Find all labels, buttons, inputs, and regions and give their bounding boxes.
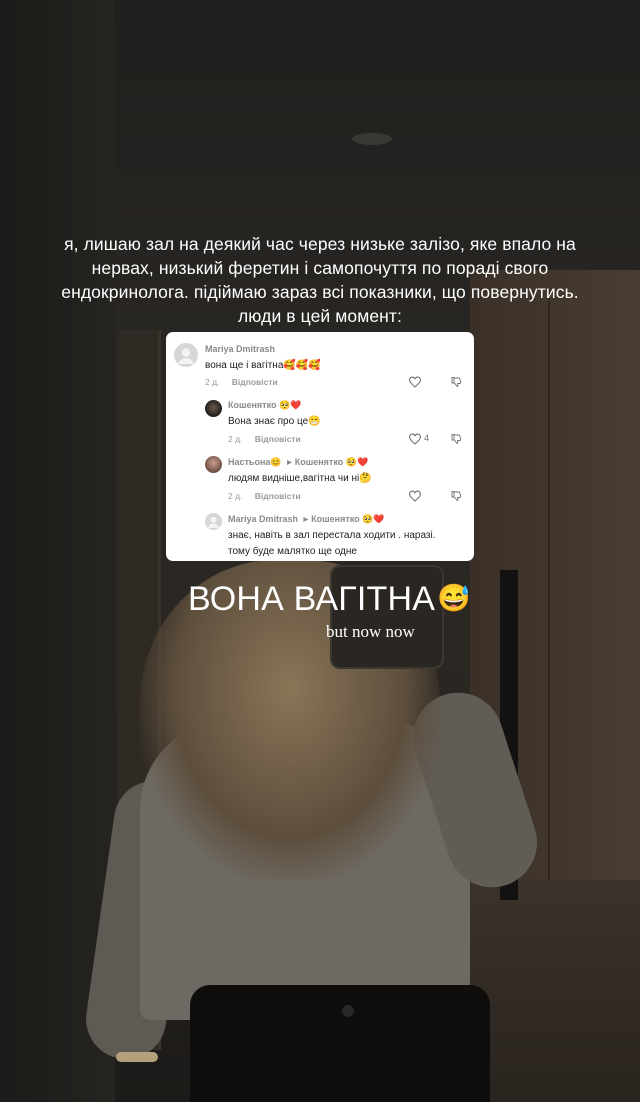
comment-time: 2 д. <box>205 377 220 387</box>
reply-to-emoji: 🥺❤️ <box>362 514 385 524</box>
comment-text: вона ще і вагітна🥰🥰🥰 <box>205 360 321 371</box>
heart-outline-icon[interactable] <box>408 433 422 445</box>
thumbs-down-outline-icon[interactable] <box>450 376 463 388</box>
comment-text: Вона знає про це😁 <box>228 416 321 427</box>
comment-meta: 2 д. Відповісти <box>228 491 301 501</box>
avatar[interactable] <box>205 400 222 417</box>
author-emoji: 🥺❤️ <box>279 400 302 410</box>
author-name: Mariya Dmitrash <box>228 514 299 524</box>
comment-text: знає, навіть в зал перестала ходити . на… <box>228 530 436 541</box>
reply-button[interactable]: Відповісти <box>255 434 301 444</box>
avatar[interactable] <box>174 343 198 367</box>
story-title-text: ВОНА ВАГІТНА <box>188 580 436 618</box>
comment-author[interactable]: Кошенятко 🥺❤️ <box>228 400 301 411</box>
comment-meta: 2 д. Відповісти <box>228 434 301 444</box>
author-name: Настьона <box>228 457 271 467</box>
story-subtitle: but now now <box>326 622 415 641</box>
wardrobe-seam <box>548 290 550 880</box>
heart-outline-icon[interactable] <box>408 490 422 502</box>
author-name: Mariya Dmitrash <box>205 344 276 354</box>
triangle-right-icon: ▶ <box>303 517 309 523</box>
default-avatar-icon <box>207 516 220 528</box>
story-title: ВОНА ВАГІТНА😅 <box>188 580 488 619</box>
comment-author[interactable]: Mariya Dmitrash <box>205 344 275 354</box>
avatar[interactable] <box>205 456 222 473</box>
bracelet <box>116 1052 158 1062</box>
comment-author[interactable]: Настьона😊 ▶ Кошенятко 🥺❤️ <box>228 457 368 468</box>
reply-button[interactable]: Відповісти <box>232 377 278 387</box>
story-caption: я, лишаю зал на деякий час через низьке … <box>61 234 579 326</box>
pants-button <box>342 1005 354 1017</box>
author-name: Кошенятко <box>228 400 277 410</box>
comment-text: людям видніше,вагітна чи ні🤔 <box>228 473 372 484</box>
ceiling-light <box>352 133 392 145</box>
comment-author[interactable]: Mariya Dmitrash ▶ Кошенятко 🥺❤️ <box>228 514 385 525</box>
reply-to-emoji: 🥺❤️ <box>345 457 369 467</box>
reply-button[interactable]: Відповісти <box>255 491 301 501</box>
comment-meta: 2 д. Відповісти <box>205 377 278 387</box>
comment-time: 2 д. <box>228 434 243 444</box>
heart-outline-icon[interactable] <box>408 376 422 388</box>
comment-text-line2: тому буде малятко ще одне <box>228 546 357 557</box>
reply-to-name: Кошенятко <box>311 514 360 524</box>
person-pants <box>190 985 490 1102</box>
sweat-smile-emoji: 😅 <box>437 583 471 613</box>
thumbs-down-outline-icon[interactable] <box>450 490 463 502</box>
like-count: 4 <box>424 433 430 443</box>
comments-screenshot-card: Mariya Dmitrash вона ще і вагітна🥰🥰🥰 2 д… <box>166 332 474 561</box>
default-avatar-icon <box>178 348 194 364</box>
reply-to-name: Кошенятко <box>294 457 344 467</box>
triangle-right-icon: ▶ <box>287 460 292 466</box>
comment-time: 2 д. <box>228 491 243 501</box>
author-emoji: 😊 <box>270 457 282 467</box>
thumbs-down-outline-icon[interactable] <box>450 433 463 445</box>
avatar[interactable] <box>205 513 222 530</box>
